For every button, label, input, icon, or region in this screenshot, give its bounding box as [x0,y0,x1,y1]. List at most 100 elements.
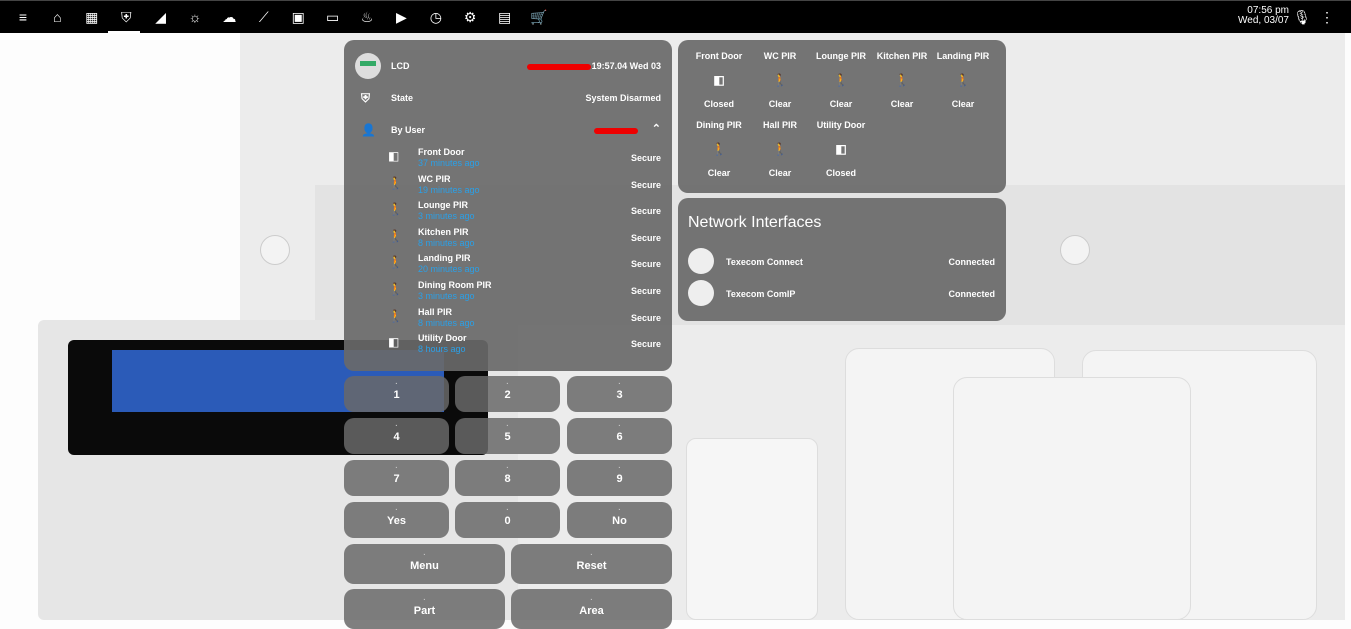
zone-state: Secure [630,206,661,217]
sensor-tile[interactable]: Hall PIR 🚶 Clear [750,120,810,178]
tile-name: Utility Door [816,120,866,130]
sensor-tile[interactable]: Kitchen PIR 🚶 Clear [872,51,932,109]
by-user-label: By User [391,125,426,135]
zone-name: Landing PIR [418,253,471,264]
state-value: System Disarmed [585,93,661,103]
by-user-row[interactable]: 👤 By User ⌃ [344,117,672,143]
walk-icon: 🚶 [388,255,403,270]
sensor-tile[interactable]: Lounge PIR 🚶 Clear [811,51,871,109]
calendar-icon[interactable]: ▤ [496,8,514,26]
sensor-tile[interactable]: Utility Door ◧ Closed [811,120,871,178]
tile-state: Clear [768,99,792,109]
network-row[interactable]: Texecom Connect Connected [678,248,1006,276]
network-state: Connected [948,257,995,267]
key-label: 7 [393,473,400,485]
zone-row[interactable]: 🚶 Lounge PIR 3 minutes ago Secure [344,200,672,226]
keypad-key-3[interactable]: · 3 [567,376,672,412]
sensor-tile[interactable]: WC PIR 🚶 Clear [750,51,810,109]
network-name: Texecom Connect [726,257,803,267]
zone-row[interactable]: ◧ Utility Door 8 hours ago Secure [344,333,672,359]
chevron-up-icon[interactable]: ⌃ [652,122,661,135]
keypad-key-area[interactable]: · Area [511,589,672,629]
keypad-key-4[interactable]: · 4 [344,418,449,454]
account-icon: 👤 [361,123,376,137]
tile-state: Clear [951,99,975,109]
keypad-key-8[interactable]: · 8 [455,460,560,496]
keypad-key-part[interactable]: · Part [344,589,505,629]
top-toolbar: ≡ ⌂ ▦ ⛨ ◢ ☼ ☁ ⟋ ▣ ▭ ♨ ▶ ◷ ⚙ ▤ 🛒 07:56 pm Wed, 03/07 🎙 ⋮ [0,0,1351,34]
floorplan-icon[interactable]: ▦ [83,8,101,26]
key-label: 1 [393,389,400,401]
lightbulb-icon[interactable]: ☼ [186,8,204,26]
weather-icon[interactable]: ☁ [220,8,238,26]
zone-state: Secure [630,339,661,350]
tile-state: Clear [829,99,853,109]
keypad-key-reset[interactable]: · Reset [511,544,672,584]
network-card: Network Interfaces Texecom Connect Connec… [678,198,1006,321]
keypad-key-0[interactable]: · 0 [455,502,560,538]
walk-icon: 🚶 [388,175,403,190]
more-vert-icon[interactable]: ⋮ [1318,8,1336,26]
zone-row[interactable]: 🚶 WC PIR 19 minutes ago Secure [344,174,672,200]
device-avatar [688,280,714,306]
cctv-icon[interactable]: ◢ [152,8,170,26]
cart-icon[interactable]: 🛒 [530,8,548,26]
tile-name: Front Door [695,51,743,61]
keypad-key-menu[interactable]: · Menu [344,544,505,584]
key-label: 2 [504,389,511,401]
sensor-tile[interactable]: Dining PIR 🚶 Clear [689,120,749,178]
state-label: State [391,93,414,103]
car-clock-icon[interactable]: ◷ [427,8,445,26]
keypad-key-9[interactable]: · 9 [567,460,672,496]
microphone-icon[interactable]: 🎙 [1293,8,1311,26]
tile-state: Clear [890,99,914,109]
state-row[interactable]: ⛨ State System Disarmed [344,85,672,111]
key-label: 4 [393,431,400,443]
sensor-tile[interactable]: Front Door ◧ Closed [689,51,749,109]
lcd-value: 19:57.04 Wed 03 [591,61,661,71]
walk-icon: 🚶 [388,202,403,217]
zone-row[interactable]: 🚶 Landing PIR 20 minutes ago Secure [344,253,672,279]
keypad-key-yes[interactable]: · Yes [344,502,449,538]
sensor-tile[interactable]: Landing PIR 🚶 Clear [933,51,993,109]
menu-icon[interactable]: ≡ [14,8,32,26]
zone-row[interactable]: 🚶 Kitchen PIR 8 minutes ago Secure [344,227,672,253]
clock-date: Wed, 03/07 [1238,15,1289,26]
zone-row[interactable]: ◧ Front Door 37 minutes ago Secure [344,147,672,173]
heater-icon[interactable]: ♨ [358,8,376,26]
network-state: Connected [948,289,995,299]
walk-icon: 🚶 [772,142,788,156]
lcd-row[interactable]: LCD 19:57.04 Wed 03 [344,53,672,79]
network-name: Texecom ComIP [726,289,796,299]
tv-icon[interactable]: ▣ [289,8,307,26]
network-row[interactable]: Texecom ComIP Connected [678,280,1006,308]
key-label: Yes [387,515,406,527]
zone-last-changed: 19 minutes ago [418,184,480,195]
zone-last-changed: 37 minutes ago [418,158,480,168]
zone-name: Utility Door [418,333,467,344]
keypad-key-1[interactable]: · 1 [344,376,449,412]
keypad-key-no[interactable]: · No [567,502,672,538]
chart-icon[interactable]: ⟋ [255,8,273,26]
media-player-icon[interactable]: ▭ [324,8,342,26]
keypad-key-2[interactable]: · 2 [455,376,560,412]
zone-state: Secure [630,153,661,163]
home-icon[interactable]: ⌂ [48,8,66,26]
walk-icon: 🚶 [388,282,403,296]
keypad-key-5[interactable]: · 5 [455,418,560,454]
zone-name: Kitchen PIR [418,226,469,237]
zone-state: Secure [630,312,661,323]
settings-icon[interactable]: ⚙ [461,8,479,26]
zone-last-changed: 8 minutes ago [418,237,475,248]
keypad-key-7[interactable]: · 7 [344,460,449,496]
keypad-key-6[interactable]: · 6 [567,418,672,454]
tile-state: Clear [768,168,792,178]
walk-icon: 🚶 [955,73,971,87]
zone-row[interactable]: 🚶 Hall PIR 8 minutes ago Secure [344,307,672,333]
alarm-shield-icon[interactable]: ⛨ [117,8,135,26]
walk-icon: 🚶 [388,228,403,243]
zone-row[interactable]: 🚶 Dining Room PIR 3 minutes ago Secure [344,280,672,306]
key-label: 3 [616,389,623,401]
projector-icon[interactable]: ▶ [392,8,410,26]
key-label: Menu [410,560,439,572]
